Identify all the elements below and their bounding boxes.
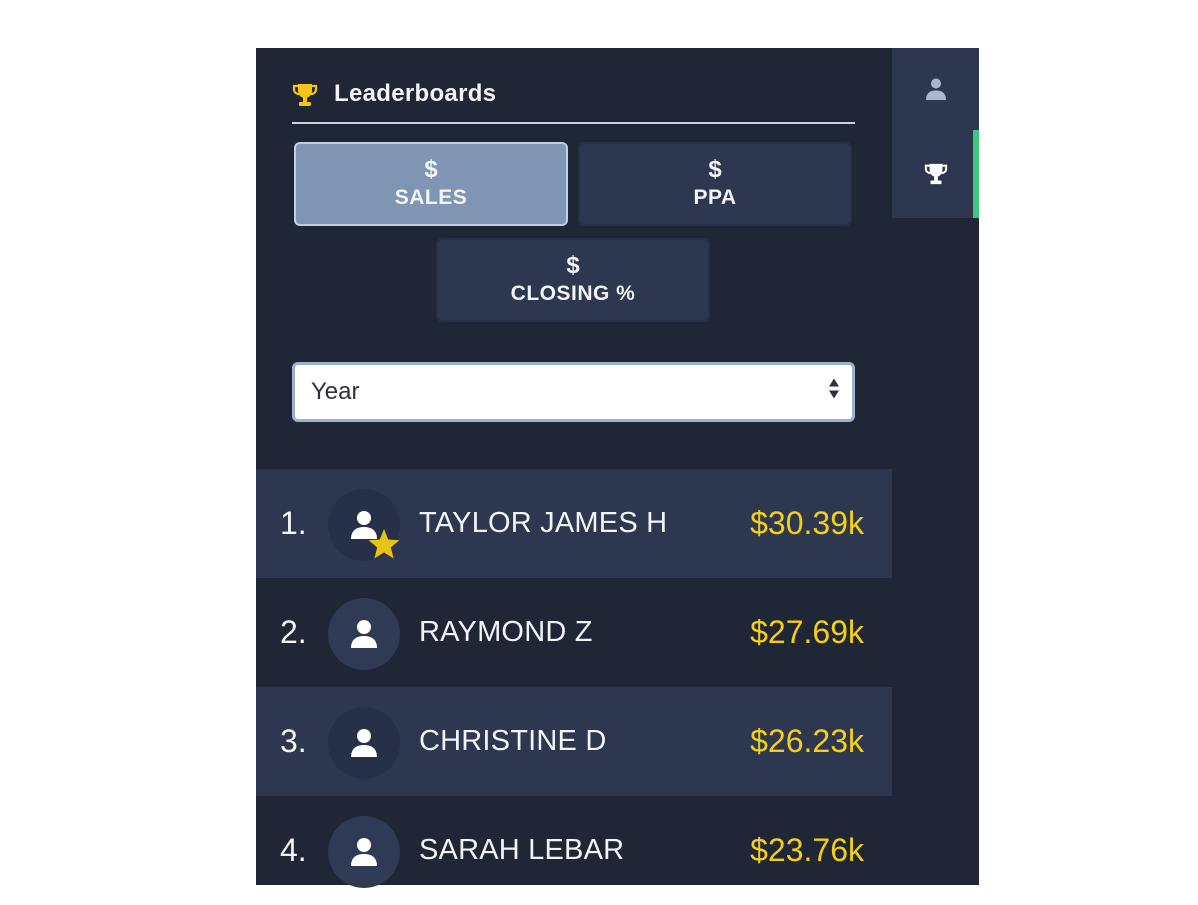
avatar xyxy=(328,816,400,888)
profile-tab[interactable] xyxy=(892,48,979,130)
side-rail xyxy=(892,48,979,885)
dollar-icon: $ xyxy=(708,156,722,183)
period-select[interactable]: Year xyxy=(292,362,855,422)
user-icon xyxy=(351,729,377,757)
trophy-icon xyxy=(924,163,947,185)
ppa-metric-label: PPA xyxy=(693,186,737,209)
rank-number: 4. xyxy=(280,832,307,868)
dollar-icon: $ xyxy=(424,156,438,183)
sales-amount: $30.39k xyxy=(750,505,864,541)
leaderboard-row[interactable]: 1. TAYLOR JAMES H $30.39k xyxy=(256,469,892,578)
rank-number: 2. xyxy=(280,614,307,650)
leaderboards-panel: Leaderboards $ SALES $ PPA $ CLOSING % Y… xyxy=(256,48,892,888)
page-title: Leaderboards xyxy=(334,80,497,107)
user-icon xyxy=(351,620,377,648)
rep-name: CHRISTINE D xyxy=(419,725,607,757)
select-arrows-icon xyxy=(828,377,840,408)
sales-amount: $23.76k xyxy=(750,832,864,868)
closing-metric-label: CLOSING % xyxy=(510,282,636,305)
sales-amount: $27.69k xyxy=(750,614,864,650)
ppa-metric-button[interactable]: $ PPA xyxy=(578,142,852,226)
sales-metric-button[interactable]: $ SALES xyxy=(294,142,568,226)
rank-number: 1. xyxy=(280,505,307,541)
rep-name: RAYMOND Z xyxy=(419,616,593,648)
dollar-icon: $ xyxy=(566,252,580,279)
star-icon xyxy=(368,529,400,559)
avatar xyxy=(328,489,400,561)
leaderboard-row[interactable]: 3. CHRISTINE D $26.23k xyxy=(256,687,892,796)
closing-metric-button[interactable]: $ CLOSING % xyxy=(436,238,710,322)
sales-amount: $26.23k xyxy=(750,723,864,759)
leaderboard-row[interactable]: 4. SARAH LEBAR $23.76k xyxy=(256,796,892,905)
avatar xyxy=(328,598,400,670)
rep-name: SARAH LEBAR xyxy=(419,834,625,866)
sales-metric-label: SALES xyxy=(394,186,468,209)
rep-name: TAYLOR JAMES H xyxy=(419,507,668,539)
period-select-value: Year xyxy=(311,378,360,405)
leaderboards-tab[interactable] xyxy=(892,130,979,218)
leaderboards-header: Leaderboards xyxy=(292,80,855,124)
user-icon xyxy=(351,838,377,866)
avatar xyxy=(328,707,400,779)
active-tab-indicator xyxy=(973,130,979,218)
user-icon xyxy=(925,78,946,100)
rank-number: 3. xyxy=(280,723,307,759)
trophy-icon xyxy=(292,82,318,113)
leaderboard-row[interactable]: 2. RAYMOND Z $27.69k xyxy=(256,578,892,687)
